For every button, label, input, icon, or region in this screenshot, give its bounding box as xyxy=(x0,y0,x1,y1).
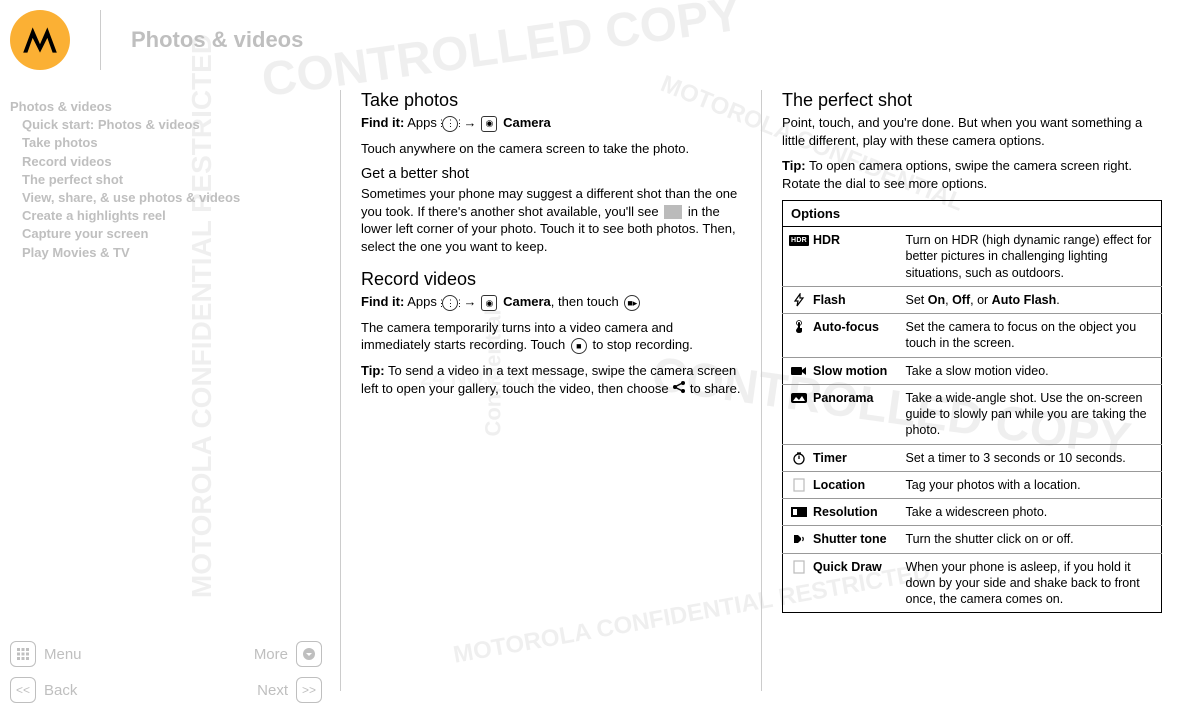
option-label: Quick Draw xyxy=(791,559,890,575)
option-description: Take a widescreen photo. xyxy=(898,499,1162,526)
option-description: Set a timer to 3 seconds or 10 seconds. xyxy=(898,444,1162,471)
option-description: Take a wide-angle shot. Use the on-scree… xyxy=(898,384,1162,444)
table-row: Panorama Take a wide-angle shot. Use the … xyxy=(783,384,1162,444)
option-description: Set On, Off, or Auto Flash. xyxy=(898,286,1162,313)
table-row: Auto-focus Set the camera to focus on the… xyxy=(783,314,1162,358)
record-videos-heading: Record videos xyxy=(361,269,741,290)
toc-item-capture[interactable]: Capture your screen xyxy=(10,225,322,243)
options-header: Options xyxy=(783,201,1162,227)
slowmo-icon xyxy=(791,364,807,378)
share-icon xyxy=(672,380,686,399)
option-description: Turn the shutter click on or off. xyxy=(898,526,1162,553)
record-tip: Tip: To send a video in a text message, … xyxy=(361,362,741,398)
options-table: Options HDRHDR Turn on HDR (high dynamic … xyxy=(782,200,1162,613)
apps-grid-icon: ⋮⋮⋮ xyxy=(442,116,458,132)
option-label: Shutter tone xyxy=(791,531,890,547)
toc-item-view-share[interactable]: View, share, & use photos & videos xyxy=(10,189,322,207)
toc-item-record-videos[interactable]: Record videos xyxy=(10,153,322,171)
pano-icon xyxy=(791,391,807,405)
chevron-right-icon: >> xyxy=(296,677,322,703)
table-row: Timer Set a timer to 3 seconds or 10 seco… xyxy=(783,444,1162,471)
motorola-logo-icon xyxy=(19,19,61,61)
record-findit: Find it: Apps ⋮⋮⋮→◉ Camera, then touch ■… xyxy=(361,293,741,311)
perfect-shot-tip: Tip: To open camera options, swipe the c… xyxy=(782,157,1162,192)
table-of-contents: Photos & videos Quick start: Photos & vi… xyxy=(10,98,322,262)
option-description: When your phone is asleep, if you hold i… xyxy=(898,553,1162,613)
findit-label: Find it: xyxy=(361,115,404,130)
stop-icon: ■ xyxy=(571,338,587,354)
option-description: Take a slow motion video. xyxy=(898,357,1162,384)
camera-icon: ◉ xyxy=(481,295,497,311)
next-label: Next xyxy=(257,682,288,699)
option-label: Resolution xyxy=(791,504,890,520)
take-photos-body: Touch anywhere on the camera screen to t… xyxy=(361,140,741,158)
footer-nav: Menu More << Back Next >> xyxy=(10,641,322,703)
option-label: HDRHDR xyxy=(791,232,890,248)
take-photos-heading: Take photos xyxy=(361,90,741,111)
option-description: Turn on HDR (high dynamic range) effect … xyxy=(898,227,1162,287)
back-label: Back xyxy=(44,682,77,699)
menu-grid-icon xyxy=(10,641,36,667)
record-body: The camera temporarily turns into a vide… xyxy=(361,319,741,354)
arrow-icon: → xyxy=(463,294,476,309)
option-label: Auto-focus xyxy=(791,319,890,335)
option-label: Flash xyxy=(791,292,890,308)
content-column-1: Take photos Find it: Apps ⋮⋮⋮→◉ Camera T… xyxy=(341,0,761,713)
toc-item-quickstart[interactable]: Quick start: Photos & videos xyxy=(10,116,322,134)
take-photos-findit: Find it: Apps ⋮⋮⋮→◉ Camera xyxy=(361,114,741,132)
timer-icon xyxy=(791,451,807,465)
flash-icon xyxy=(791,293,807,307)
perfect-shot-heading: The perfect shot xyxy=(782,90,1162,111)
toc-root[interactable]: Photos & videos xyxy=(10,98,322,116)
quickdraw-icon xyxy=(791,560,807,574)
option-label: Panorama xyxy=(791,390,890,406)
apps-grid-icon: ⋮⋮⋮ xyxy=(442,295,458,311)
chevron-left-icon: << xyxy=(10,677,36,703)
perfect-shot-intro: Point, touch, and you're done. But when … xyxy=(782,114,1162,149)
table-row: Quick Draw When your phone is asleep, if … xyxy=(783,553,1162,613)
left-panel: Photos & videos Photos & videos Quick st… xyxy=(0,0,340,713)
option-label: Slow motion xyxy=(791,363,890,379)
next-button[interactable]: Next >> xyxy=(170,677,322,703)
option-label: Timer xyxy=(791,450,890,466)
thumbnail-placeholder-icon xyxy=(664,205,682,219)
resolution-icon xyxy=(791,505,807,519)
table-row: HDRHDR Turn on HDR (high dynamic range) e… xyxy=(783,227,1162,287)
arrow-icon: → xyxy=(463,115,476,130)
touch-icon xyxy=(791,320,807,334)
more-label: More xyxy=(254,646,288,663)
better-shot-body: Sometimes your phone may suggest a diffe… xyxy=(361,185,741,255)
videocam-icon: ■▸ xyxy=(624,295,640,311)
logo-row: Photos & videos xyxy=(10,10,322,70)
back-button[interactable]: << Back xyxy=(10,677,162,703)
more-button[interactable]: More xyxy=(170,641,322,667)
toc-item-play-movies[interactable]: Play Movies & TV xyxy=(10,244,322,262)
camera-icon: ◉ xyxy=(481,116,497,132)
toc-item-highlights[interactable]: Create a highlights reel xyxy=(10,207,322,225)
option-description: Set the camera to focus on the object yo… xyxy=(898,314,1162,358)
table-row: Shutter tone Turn the shutter click on or… xyxy=(783,526,1162,553)
toc-item-take-photos[interactable]: Take photos xyxy=(10,134,322,152)
menu-label: Menu xyxy=(44,646,82,663)
option-description: Tag your photos with a location. xyxy=(898,471,1162,498)
page-header-title: Photos & videos xyxy=(100,10,303,70)
table-row: Slow motion Take a slow motion video. xyxy=(783,357,1162,384)
motorola-logo xyxy=(10,10,70,70)
table-row: Resolution Take a widescreen photo. xyxy=(783,499,1162,526)
content-column-2: The perfect shot Point, touch, and you'r… xyxy=(762,0,1182,713)
better-shot-heading: Get a better shot xyxy=(361,165,741,182)
hdr-icon: HDR xyxy=(791,233,807,247)
table-row: Flash Set On, Off, or Auto Flash. xyxy=(783,286,1162,313)
menu-button[interactable]: Menu xyxy=(10,641,162,667)
toc-item-perfect-shot[interactable]: The perfect shot xyxy=(10,171,322,189)
shutter-icon xyxy=(791,532,807,546)
chevron-down-circle-icon xyxy=(296,641,322,667)
option-label: Location xyxy=(791,477,890,493)
location-icon xyxy=(791,478,807,492)
table-row: Location Tag your photos with a location. xyxy=(783,471,1162,498)
